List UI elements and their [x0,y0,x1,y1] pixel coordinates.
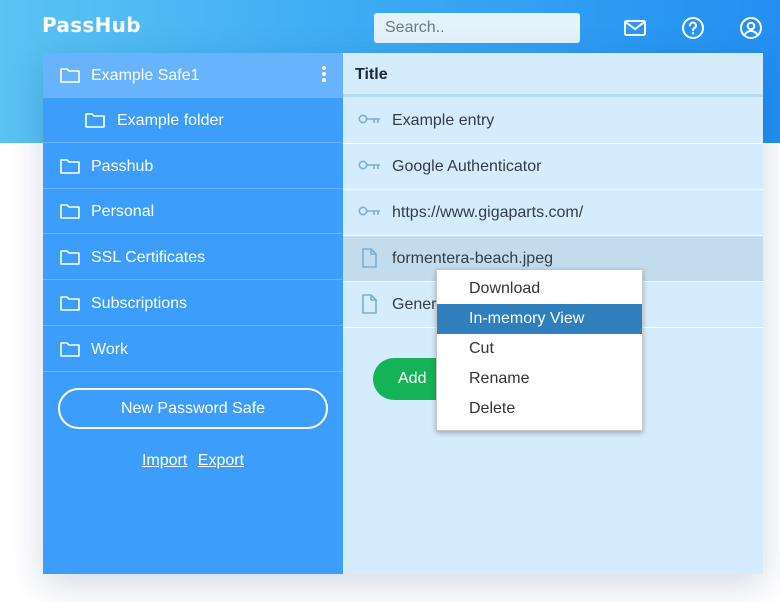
folder-icon [60,159,80,174]
search-input[interactable] [374,13,580,43]
safe-label: Example Safe1 [91,67,200,84]
title-column-header[interactable]: Title [343,53,763,97]
folder-icon [60,250,80,265]
folder-example-folder[interactable]: Example folder [43,98,343,143]
folder-icon [60,68,80,83]
safe-ssl-certificates[interactable]: SSL Certificates [43,235,343,280]
file-context-menu: Download In-memory View Cut Rename Delet… [436,269,643,431]
safe-menu-kebab-icon[interactable] [321,66,327,86]
menu-item-in-memory-view[interactable]: In-memory View [437,304,642,334]
account-icon[interactable] [739,16,763,40]
menu-item-rename[interactable]: Rename [437,364,642,394]
folder-icon [60,342,80,357]
key-icon [358,206,380,216]
import-export-links: Import Export [43,452,343,470]
safe-label: Personal [91,203,155,220]
folder-icon [60,296,80,311]
safe-example-safe1[interactable]: Example Safe1 [43,53,343,98]
title-column-label: Title [355,66,388,83]
key-icon [358,114,380,124]
item-title: Generl [392,296,441,313]
help-icon[interactable] [681,16,705,40]
import-link[interactable]: Import [142,452,187,469]
file-icon [362,294,377,314]
export-link[interactable]: Export [198,452,244,469]
menu-item-cut[interactable]: Cut [437,334,642,364]
key-icon [358,160,380,170]
item-title: formentera-beach.jpeg [392,250,553,267]
safe-label: Work [91,341,129,358]
safe-label: Passhub [91,158,154,175]
list-item[interactable]: https://www.gigaparts.com/ [343,190,763,236]
safe-passhub[interactable]: Passhub [43,144,343,189]
folder-icon [60,204,80,219]
item-title: Google Authenticator [392,158,542,175]
safe-label: SSL Certificates [91,249,206,266]
safes-sidebar: Example Safe1 Example folder Passhub Per… [43,53,343,574]
safe-work[interactable]: Work [43,327,343,372]
item-title: Example entry [392,112,495,129]
list-item[interactable]: Example entry [343,98,763,144]
safe-label: Subscriptions [91,295,188,312]
file-icon [362,248,377,268]
new-password-safe-button[interactable]: New Password Safe [58,388,328,429]
safe-personal[interactable]: Personal [43,189,343,234]
menu-item-delete[interactable]: Delete [437,394,642,424]
passhub-logo[interactable]: PassHub [42,13,141,37]
main-panel: Example Safe1 Example folder Passhub Per… [43,53,763,574]
mail-icon[interactable] [623,16,647,40]
safe-subscriptions[interactable]: Subscriptions [43,281,343,326]
folder-icon [85,113,105,128]
menu-item-download[interactable]: Download [437,274,642,304]
item-title: https://www.gigaparts.com/ [392,204,584,221]
list-item[interactable]: Google Authenticator [343,144,763,190]
folder-label: Example folder [117,112,224,129]
